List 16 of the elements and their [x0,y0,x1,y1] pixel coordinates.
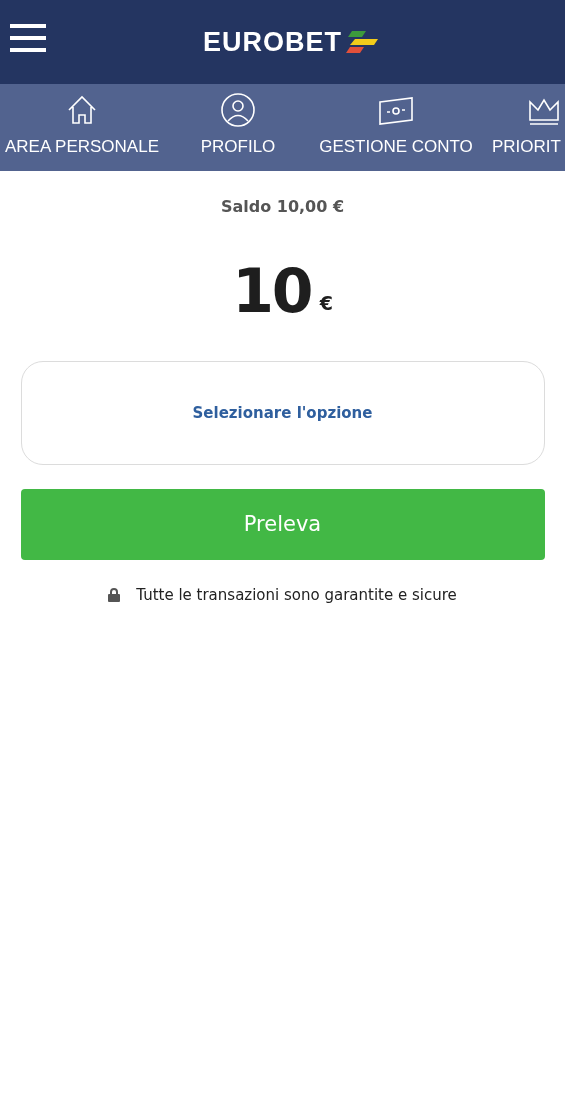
option-select[interactable]: Selezionare l'opzione [20,361,545,465]
logo-flag-icon [346,31,378,53]
nav-tab[interactable]: PRIORIT [480,84,565,171]
brand-logo: EUROBET [203,25,342,59]
nav-tab[interactable]: GESTIONE CONTO [312,84,480,171]
security-note: Tutte le transazioni sono garantite e sicure [136,585,457,606]
nav-tab[interactable]: PROFILO [164,84,312,171]
menu-icon [10,22,46,54]
currency-symbol: € [319,290,333,316]
lock-icon [108,588,121,603]
balance-label: Saldo [220,197,272,216]
nav-tab[interactable]: AREA PERSONALE [0,84,164,171]
user-icon [220,92,256,128]
menu-button[interactable] [10,22,46,54]
balance-value: 10,00 € [276,197,345,216]
amount-value: 10 [232,261,312,321]
